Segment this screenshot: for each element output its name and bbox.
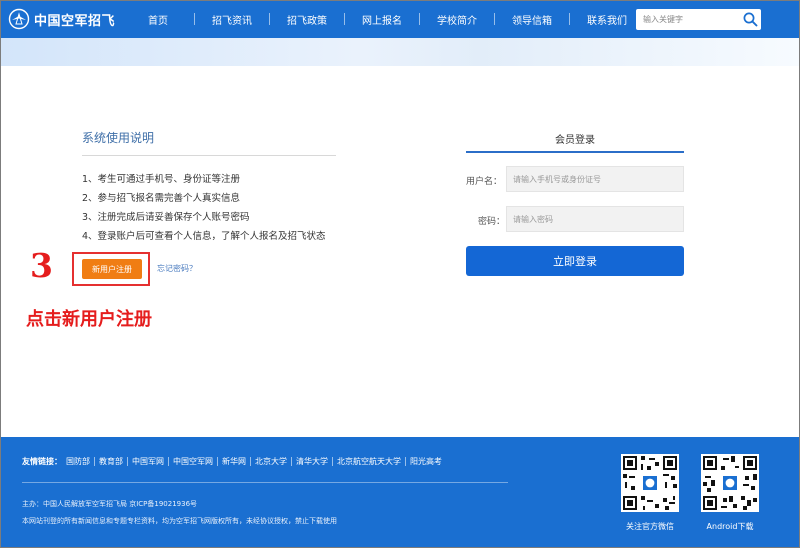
password-input[interactable] — [506, 206, 684, 232]
nav-school-intro[interactable]: 学校简介 — [435, 12, 479, 27]
friend-links-label: 友情链接： — [22, 457, 62, 466]
nav-contact[interactable]: 联系我们 — [585, 12, 629, 27]
username-label: 用户名： — [466, 177, 503, 187]
nav-home[interactable]: 首页 — [146, 12, 170, 27]
forgot-password-link[interactable]: 忘记密码？ — [157, 263, 197, 274]
login-title: 会员登录 — [555, 135, 595, 146]
username-input[interactable] — [506, 166, 684, 192]
friend-link[interactable]: 中国军网 — [128, 456, 168, 467]
friend-links: 友情链接： 国防部 教育部 中国军网 中国空军网 新华网 北京大学 清华大学 北… — [22, 456, 446, 467]
friend-link[interactable]: 教育部 — [95, 456, 127, 467]
step-number-annotation: 3 — [30, 246, 53, 285]
top-header: 中国空军招飞 首页 招飞资讯 招飞政策 网上报名 学校简介 领导信箱 联系我们 — [0, 0, 800, 38]
footer-copyright: 本网站刊登的所有新闻信息和专题专栏资料，均为空军招飞网版权所有，未经协议授权，禁… — [22, 517, 337, 525]
nav-divider — [269, 13, 270, 25]
instructions-list: 1、考生可通过手机号、身份证等注册 2、参与招飞报名需完善个人真实信息 3、注册… — [82, 170, 326, 246]
nav-divider — [569, 13, 570, 25]
search-input[interactable] — [636, 9, 736, 30]
nav-divider — [494, 13, 495, 25]
nav-divider — [344, 13, 345, 25]
nav-online-register[interactable]: 网上报名 — [360, 12, 404, 27]
friend-link[interactable]: 国防部 — [62, 456, 94, 467]
header-banner — [0, 38, 800, 66]
instructions-divider — [82, 155, 336, 156]
air-force-emblem-icon — [8, 8, 30, 30]
wechat-qr-label: 关注官方微信 — [626, 522, 674, 531]
search-box — [636, 9, 761, 30]
friend-link[interactable]: 北京大学 — [251, 456, 291, 467]
wechat-qr-code-icon — [621, 454, 679, 512]
instruction-item: 4、登录账户后可查看个人信息，了解个人报名及招飞状态 — [82, 231, 326, 242]
nav-leader-mailbox[interactable]: 领导信箱 — [510, 12, 554, 27]
nav-recruit-policy[interactable]: 招飞政策 — [285, 12, 329, 27]
site-footer: 友情链接： 国防部 教育部 中国军网 中国空军网 新华网 北京大学 清华大学 北… — [0, 437, 800, 548]
new-user-register-button[interactable]: 新用户注册 — [82, 259, 142, 279]
nav-recruit-news[interactable]: 招飞资讯 — [210, 12, 254, 27]
nav-divider — [194, 13, 195, 25]
search-icon[interactable] — [742, 11, 759, 28]
android-qr-block: Android下载 — [700, 454, 760, 532]
nav-divider — [419, 13, 420, 25]
friend-link[interactable]: 阳光高考 — [406, 456, 446, 467]
android-qr-code-icon — [701, 454, 759, 512]
logo-text: 中国空军招飞 — [34, 13, 116, 29]
footer-host-info: 主办：中国人民解放军空军招飞局 京ICP备19021936号 — [22, 500, 198, 508]
login-title-underline — [466, 151, 684, 153]
step-instruction-annotation: 点击新用户注册 — [26, 309, 152, 330]
wechat-qr-block: 关注官方微信 — [620, 454, 680, 532]
friend-link[interactable]: 新华网 — [218, 456, 250, 467]
android-qr-label: Android下载 — [706, 522, 754, 531]
site-logo[interactable]: 中国空军招飞 — [8, 7, 115, 31]
footer-divider — [22, 482, 508, 483]
friend-link[interactable]: 北京航空航天大学 — [333, 456, 405, 467]
main-nav: 首页 招飞资讯 招飞政策 网上报名 学校简介 领导信箱 联系我们 — [132, 0, 644, 38]
instruction-item: 3、注册完成后请妥善保存个人账号密码 — [82, 212, 250, 223]
friend-link[interactable]: 中国空军网 — [169, 456, 217, 467]
login-submit-button[interactable]: 立即登录 — [466, 246, 684, 276]
instructions-title: 系统使用说明 — [82, 131, 155, 145]
password-label: 密码： — [478, 217, 506, 227]
instruction-item: 2、参与招飞报名需完善个人真实信息 — [82, 193, 241, 204]
instruction-item: 1、考生可通过手机号、身份证等注册 — [82, 174, 241, 185]
friend-link[interactable]: 清华大学 — [292, 456, 332, 467]
